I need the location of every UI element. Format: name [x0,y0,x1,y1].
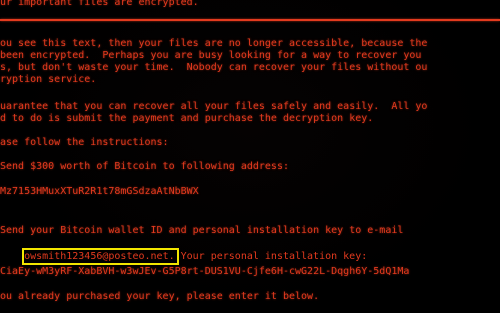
email-highlight: owsmith123456@posteo.net. [22,248,179,265]
paragraph1-line: ryption service. [0,74,97,85]
step1-text: Send $300 worth of Bitcoin to following … [0,161,289,172]
paragraph1-line: ou see this text, then your files are no… [0,38,428,49]
paragraph1-line: s, but don't waste your time. Nobody can… [0,62,428,73]
paragraph2-line: d to do is submit the payment and purcha… [0,113,374,124]
bitcoin-address: Mz7153HMuxXTuR2R1t78mGSdzaAtNbBWX [0,186,199,197]
paragraph1-line: been encrypted. Perhaps you are busy loo… [0,50,422,61]
final-line: ou already purchased your key, please en… [0,291,320,302]
paragraph2-line: uarantee that you can recover all your f… [0,101,428,112]
email-address: owsmith123456@posteo.net. [24,251,175,262]
installation-key: CiaEy-wM3yRF-XabBVH-w3wJEv-G5P8rt-DUS1VU… [0,266,410,277]
ransom-screen: ur important files are encrypted. ou see… [0,0,500,313]
instructions-header: ase follow the instructions: [0,137,169,148]
separator-line [0,19,500,21]
top-line: ur important files are encrypted. [0,0,199,8]
installation-key-label: Your personal installation key: [180,251,368,262]
